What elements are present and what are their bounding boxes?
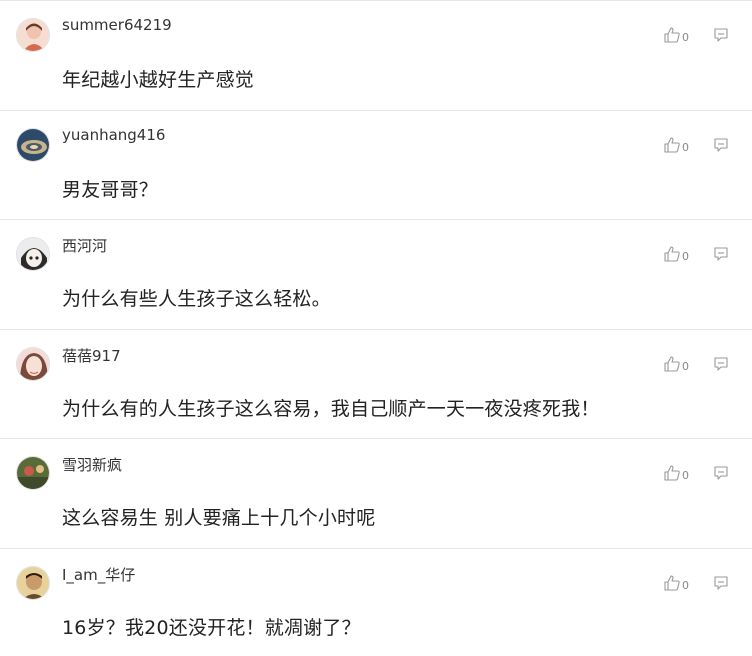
like-button[interactable]: 0 [663, 244, 689, 264]
avatar-image [17, 567, 49, 599]
comment-item: 蓓蓓917 为什么有的人生孩子这么容易，我自己顺产一天一夜没疼死我！ 0 [0, 329, 752, 438]
avatar-image [17, 19, 49, 51]
username[interactable]: 蓓蓓917 [62, 345, 121, 366]
reply-button[interactable] [712, 464, 730, 482]
reply-bubble-icon [714, 28, 728, 42]
like-button[interactable]: 0 [663, 463, 689, 483]
thumbs-up-icon [664, 246, 680, 262]
thumbs-up-icon [664, 356, 680, 372]
avatar[interactable] [16, 566, 50, 600]
like-button[interactable]: 0 [663, 573, 689, 593]
reply-bubble-icon [714, 466, 728, 480]
thumbs-up-icon [664, 137, 680, 153]
comment-item: 雪羽新疯 这么容易生 别人要痛上十几个小时呢 0 [0, 438, 752, 547]
like-count: 0 [682, 30, 689, 44]
reply-button[interactable] [712, 574, 730, 592]
comment-text: 为什么有的人生孩子这么容易，我自己顺产一天一夜没疼死我！ [62, 398, 600, 420]
avatar[interactable] [16, 128, 50, 162]
like-count: 0 [682, 249, 689, 263]
avatar-image [17, 238, 49, 270]
avatar[interactable] [16, 456, 50, 490]
reply-bubble-icon [714, 247, 728, 261]
avatar-image [17, 348, 49, 380]
thumbs-up-icon [664, 465, 680, 481]
reply-bubble-icon [714, 576, 728, 590]
comment-text: 男友哥哥？ [62, 179, 159, 201]
comment-item: 西河河 为什么有些人生孩子这么轻松。 0 [0, 219, 752, 328]
username[interactable]: 西河河 [62, 235, 107, 256]
username[interactable]: I_am_华仔 [62, 564, 135, 585]
comment-item: summer64219 年纪越小越好生产感觉 0 [0, 0, 752, 109]
comment-text: 这么容易生 别人要痛上十几个小时呢 [62, 507, 376, 529]
comment-text: 年纪越小越好生产感觉 [62, 69, 255, 91]
thumbs-up-icon [664, 575, 680, 591]
reply-button[interactable] [712, 136, 730, 154]
like-count: 0 [682, 468, 689, 482]
username[interactable]: summer64219 [62, 16, 172, 34]
comment-item: yuanhang416 男友哥哥？ 0 [0, 110, 752, 219]
username[interactable]: 雪羽新疯 [62, 454, 122, 475]
username[interactable]: yuanhang416 [62, 126, 165, 144]
like-count: 0 [682, 359, 689, 373]
comment-text: 为什么有些人生孩子这么轻松。 [62, 288, 331, 310]
like-button[interactable]: 0 [663, 135, 689, 155]
like-button[interactable]: 0 [663, 25, 689, 45]
like-count: 0 [682, 140, 689, 154]
reply-bubble-icon [714, 138, 728, 152]
avatar[interactable] [16, 18, 50, 52]
like-count: 0 [682, 578, 689, 592]
thumbs-up-icon [664, 27, 680, 43]
comment-list: summer64219 年纪越小越好生产感觉 0 yuanhang416 男友哥 [0, 0, 752, 656]
reply-button[interactable] [712, 355, 730, 373]
avatar[interactable] [16, 237, 50, 271]
avatar-image [17, 457, 49, 489]
avatar[interactable] [16, 347, 50, 381]
comment-text: 16岁？我20还没开花！就凋谢了？ [62, 617, 361, 639]
like-button[interactable]: 0 [663, 354, 689, 374]
reply-button[interactable] [712, 245, 730, 263]
reply-bubble-icon [714, 357, 728, 371]
avatar-image [17, 129, 49, 161]
reply-button[interactable] [712, 26, 730, 44]
comment-item: I_am_华仔 16岁？我20还没开花！就凋谢了？ 0 [0, 548, 752, 656]
